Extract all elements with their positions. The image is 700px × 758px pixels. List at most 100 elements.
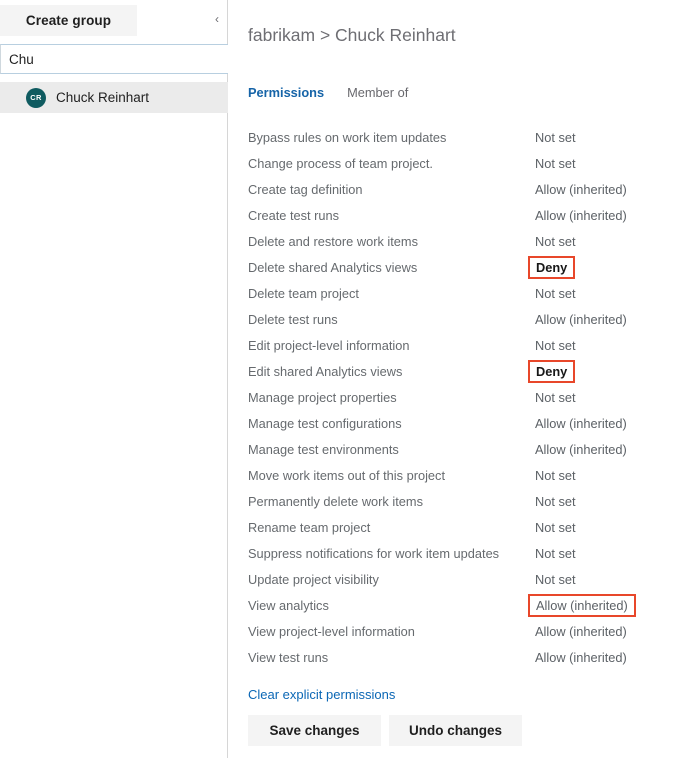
permission-value-dropdown[interactable]: Allow (inherited) (528, 593, 636, 617)
permission-label: Manage project properties (248, 389, 397, 405)
permission-value-dropdown[interactable]: Deny (528, 359, 576, 383)
permission-value-wrapper: Allow (inherited) (532, 646, 630, 668)
create-group-button[interactable]: Create group (0, 5, 137, 36)
permission-value-dropdown[interactable]: Allow (inherited) (532, 649, 630, 666)
tab-permissions[interactable]: Permissions (248, 85, 324, 100)
permission-row: Delete shared Analytics views Deny (229, 254, 700, 280)
permission-value-dropdown[interactable]: Allow (inherited) (532, 441, 630, 458)
permission-row: Manage test configurations Allow (inherit… (229, 410, 700, 436)
permission-value-wrapper: Not set (532, 282, 579, 304)
permission-row: Move work items out of this project Not s… (229, 462, 700, 488)
permission-label: Manage test environments (248, 441, 399, 457)
permission-label: Manage test configurations (248, 415, 402, 431)
permission-row: Bypass rules on work item updates Not set (229, 124, 700, 150)
search-input[interactable] (0, 44, 228, 74)
permission-value-wrapper: Deny (528, 359, 576, 383)
permission-value-dropdown[interactable]: Not set (532, 545, 579, 562)
permission-row: Manage test environments Allow (inherited… (229, 436, 700, 462)
permission-row: Create tag definition Allow (inherited) (229, 176, 700, 202)
permission-label: Permanently delete work items (248, 493, 423, 509)
permission-label: Delete and restore work items (248, 233, 418, 249)
permission-row: View project-level information Allow (inh… (229, 618, 700, 644)
permission-value-dropdown[interactable]: Not set (532, 129, 579, 146)
permission-label: Create test runs (248, 207, 340, 223)
permission-row: Delete team project Not set (229, 280, 700, 306)
permission-label: Move work items out of this project (248, 467, 446, 483)
permission-row: Change process of team project. Not set (229, 150, 700, 176)
permission-label: Bypass rules on work item updates (248, 129, 447, 145)
permission-row: Suppress notifications for work item upd… (229, 540, 700, 566)
avatar: CR (26, 87, 46, 108)
permission-value-wrapper: Not set (532, 464, 579, 486)
permission-row: Rename team project Not set (229, 514, 700, 540)
permission-row: Edit shared Analytics views Deny (229, 358, 700, 384)
permissions-pane: fabrikam > Chuck Reinhart Permissions Me… (229, 0, 700, 758)
permission-value-wrapper: Not set (532, 126, 579, 148)
save-changes-button[interactable]: Save changes (248, 715, 381, 746)
tab-bar: Permissions Member of (248, 85, 408, 100)
permission-value-dropdown[interactable]: Not set (532, 285, 579, 302)
permission-value-dropdown[interactable]: Not set (532, 233, 579, 250)
permission-value-dropdown[interactable]: Not set (532, 493, 579, 510)
undo-changes-button[interactable]: Undo changes (389, 715, 523, 746)
permission-value-wrapper: Not set (532, 516, 579, 538)
permission-row: Create test runs Allow (inherited) (229, 202, 700, 228)
permission-value-wrapper: Not set (532, 490, 579, 512)
permission-value-dropdown[interactable]: Not set (532, 519, 579, 536)
permission-value-dropdown[interactable]: Allow (inherited) (532, 181, 630, 198)
permission-value-dropdown[interactable]: Deny (528, 255, 576, 279)
identity-picker-panel: Create group ‹ CR Chuck Reinhart (0, 0, 228, 758)
permission-value-wrapper: Not set (532, 230, 579, 252)
action-button-row: Save changes Undo changes (248, 715, 523, 746)
permission-label: Rename team project (248, 519, 371, 535)
app-root: Create group ‹ CR Chuck Reinhart fabrika… (0, 0, 700, 758)
chevron-left-icon[interactable]: ‹ (206, 8, 228, 30)
permission-row: Delete and restore work items Not set (229, 228, 700, 254)
permission-value-wrapper: Deny (528, 255, 576, 279)
permission-label: Edit project-level information (248, 337, 410, 353)
permission-row: Manage project properties Not set (229, 384, 700, 410)
permission-row: Delete test runs Allow (inherited) (229, 306, 700, 332)
breadcrumb: fabrikam > Chuck Reinhart (248, 25, 456, 45)
permission-value-wrapper: Not set (532, 386, 579, 408)
permission-value-wrapper: Allow (inherited) (528, 593, 636, 617)
permission-label: View project-level information (248, 623, 415, 639)
permission-row: Edit project-level information Not set (229, 332, 700, 358)
permission-label: View analytics (248, 597, 329, 613)
permissions-list: Bypass rules on work item updates Not set… (229, 124, 700, 670)
permission-value-wrapper: Allow (inherited) (532, 412, 630, 434)
permission-row: Permanently delete work items Not set (229, 488, 700, 514)
permission-value-wrapper: Allow (inherited) (532, 620, 630, 642)
search-field-wrapper (0, 44, 228, 74)
permission-value-wrapper: Allow (inherited) (532, 308, 630, 330)
permission-value-dropdown[interactable]: Not set (532, 467, 579, 484)
permission-value-wrapper: Not set (532, 152, 579, 174)
permission-row: View test runs Allow (inherited) (229, 644, 700, 670)
permission-label: Delete test runs (248, 311, 338, 327)
permission-row: Update project visibility Not set (229, 566, 700, 592)
permission-value-wrapper: Not set (532, 542, 579, 564)
permission-value-dropdown[interactable]: Not set (532, 389, 579, 406)
permission-value-dropdown[interactable]: Allow (inherited) (532, 207, 630, 224)
permission-value-dropdown[interactable]: Not set (532, 337, 579, 354)
permission-value-wrapper: Not set (532, 334, 579, 356)
permission-value-wrapper: Not set (532, 568, 579, 590)
list-item-label: Chuck Reinhart (56, 90, 150, 105)
permission-value-wrapper: Allow (inherited) (532, 438, 630, 460)
permission-value-dropdown[interactable]: Not set (532, 571, 579, 588)
permission-label: View test runs (248, 649, 329, 665)
permission-row: View analytics Allow (inherited) (229, 592, 700, 618)
list-item-chuck-reinhart[interactable]: CR Chuck Reinhart (0, 82, 228, 113)
permission-label: Create tag definition (248, 181, 363, 197)
permission-label: Delete shared Analytics views (248, 259, 418, 275)
permission-value-dropdown[interactable]: Allow (inherited) (532, 623, 630, 640)
permission-value-wrapper: Allow (inherited) (532, 204, 630, 226)
permission-value-wrapper: Allow (inherited) (532, 178, 630, 200)
permission-value-dropdown[interactable]: Allow (inherited) (532, 311, 630, 328)
clear-explicit-permissions-link[interactable]: Clear explicit permissions (248, 687, 395, 702)
permission-label: Delete team project (248, 285, 359, 301)
tab-member-of[interactable]: Member of (347, 85, 408, 100)
permission-label: Update project visibility (248, 571, 379, 587)
permission-value-dropdown[interactable]: Not set (532, 155, 579, 172)
permission-value-dropdown[interactable]: Allow (inherited) (532, 415, 630, 432)
